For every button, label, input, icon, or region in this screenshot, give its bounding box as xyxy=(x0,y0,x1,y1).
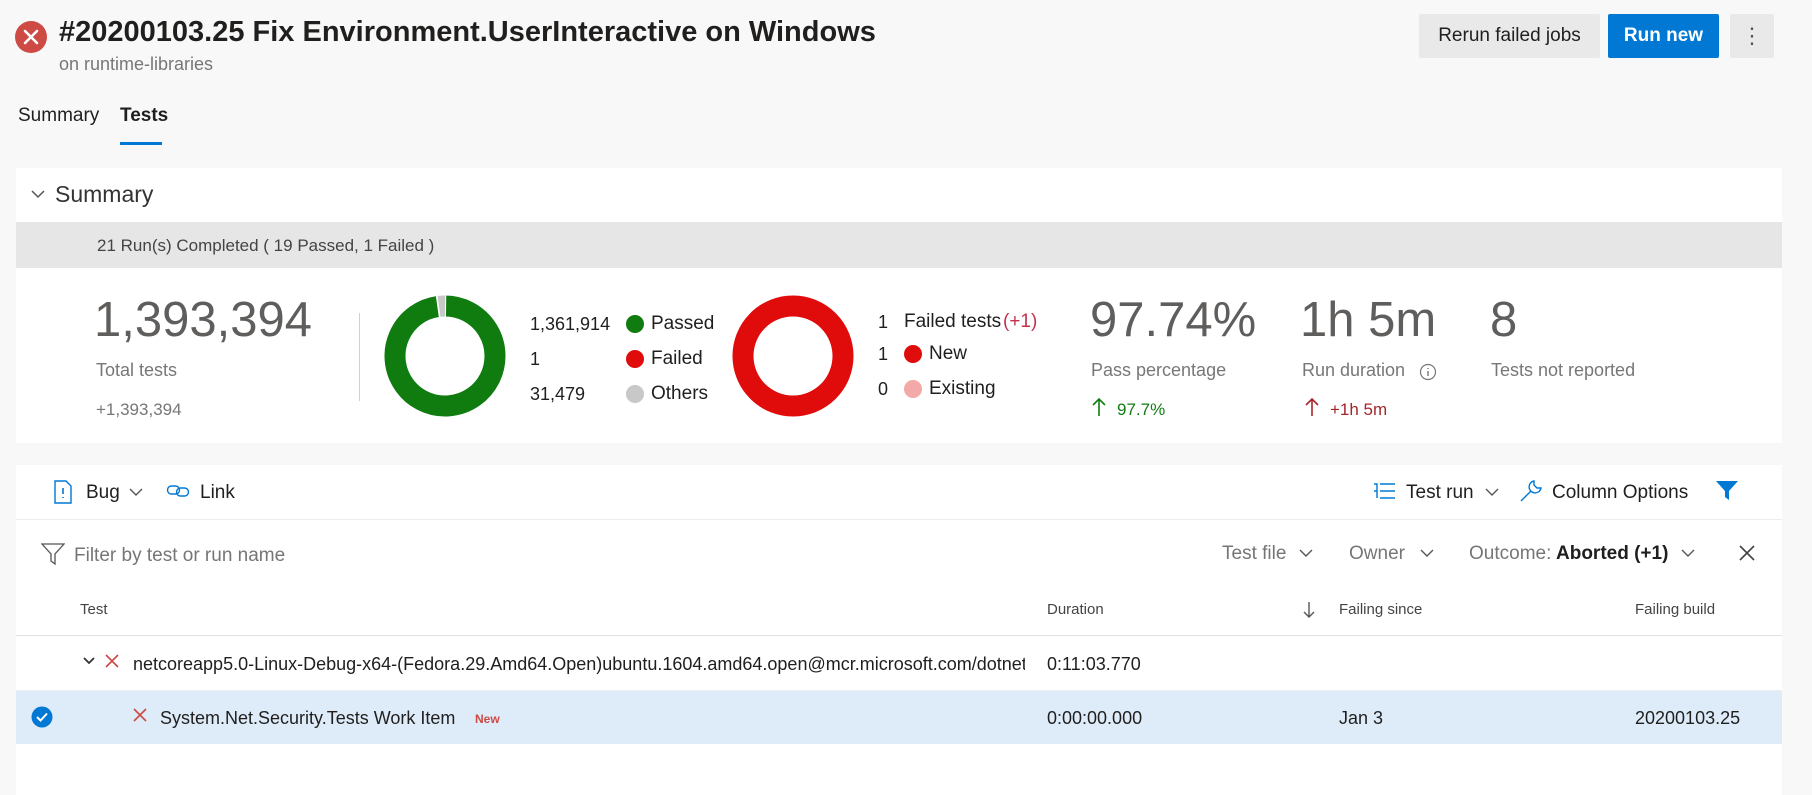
runs-completed-text: 21 Run(s) Completed ( 19 Passed, 1 Faile… xyxy=(97,236,435,255)
test-duration: 0:00:00.000 xyxy=(1047,708,1143,728)
arrow-up-icon xyxy=(1092,397,1106,416)
outcome-donut-chart xyxy=(383,294,507,418)
failed-tests-delta: (+1) xyxy=(1003,311,1038,332)
chevron-down-icon[interactable] xyxy=(82,656,96,666)
pipeline-name[interactable]: on runtime-libraries xyxy=(59,54,213,75)
others-count: 31,479 xyxy=(530,384,586,404)
tab-tests[interactable]: Tests xyxy=(120,105,168,127)
sort-descending-icon[interactable] xyxy=(1302,601,1316,619)
link-button[interactable]: Link xyxy=(200,482,235,504)
chevron-down-icon[interactable] xyxy=(128,487,144,497)
column-header-duration[interactable]: Duration xyxy=(1047,601,1104,618)
failed-legend-label: Failed xyxy=(651,348,703,369)
divider xyxy=(359,313,360,401)
summary-heading[interactable]: Summary xyxy=(55,181,153,208)
filter-icon[interactable] xyxy=(1715,480,1739,502)
tab-summary[interactable]: Summary xyxy=(18,105,99,127)
passed-legend-dot xyxy=(626,315,644,333)
existing-legend-label: Existing xyxy=(929,378,996,399)
page-title: #20200103.25 Fix Environment.UserInterac… xyxy=(59,16,876,48)
build-failed-icon xyxy=(15,21,47,53)
passed-legend-label: Passed xyxy=(651,313,715,334)
column-options-button[interactable]: Column Options xyxy=(1552,482,1688,504)
pass-percentage-delta: 97.7% xyxy=(1117,400,1166,419)
column-header-failing-build[interactable]: Failing build xyxy=(1635,601,1715,618)
pass-percentage-label: Pass percentage xyxy=(1091,360,1227,380)
failed-tests-count: 1 xyxy=(878,312,889,332)
group-by-test-run-button[interactable]: Test run xyxy=(1406,482,1474,504)
test-duration: 0:11:03.770 xyxy=(1047,654,1141,674)
failing-since-value: Jan 3 xyxy=(1339,708,1384,728)
others-legend-dot xyxy=(626,385,644,403)
failed-tests-donut-chart xyxy=(731,294,855,418)
rerun-failed-jobs-button[interactable]: Rerun failed jobs xyxy=(1419,14,1600,58)
failed-count: 1 xyxy=(530,349,541,369)
chevron-down-icon[interactable] xyxy=(1419,548,1435,558)
test-run-group-icon xyxy=(1374,483,1395,499)
failed-tests-label: Failed tests xyxy=(904,311,1002,332)
outcome-filter-label[interactable]: Outcome: xyxy=(1469,543,1551,565)
failed-x-icon xyxy=(133,708,147,722)
failed-legend-dot xyxy=(626,350,644,368)
bug-icon xyxy=(54,480,72,504)
new-legend-dot xyxy=(904,345,922,363)
total-tests-delta: +1,393,394 xyxy=(96,400,182,419)
chevron-down-icon[interactable] xyxy=(30,188,46,200)
new-legend-label: New xyxy=(929,343,968,364)
column-header-test[interactable]: Test xyxy=(80,601,108,618)
new-failure-badge: New xyxy=(475,712,500,726)
others-legend-label: Others xyxy=(651,383,709,404)
run-duration-delta: +1h 5m xyxy=(1330,400,1388,419)
chevron-down-icon[interactable] xyxy=(1484,487,1500,497)
checkmark-circle-icon[interactable] xyxy=(31,706,53,728)
run-duration-value: 1h 5m xyxy=(1300,293,1437,347)
new-count: 1 xyxy=(878,344,889,364)
divider xyxy=(16,519,1782,520)
chevron-down-icon[interactable] xyxy=(1298,548,1314,558)
divider xyxy=(16,635,1782,636)
failing-build-value[interactable]: 20200103.25 xyxy=(1635,708,1740,729)
wrench-icon xyxy=(1520,480,1542,502)
chevron-down-icon[interactable] xyxy=(1680,548,1696,558)
outcome-filter-value[interactable]: Aborted (+1) xyxy=(1556,543,1668,565)
bug-button[interactable]: Bug xyxy=(86,482,120,504)
active-tab-indicator xyxy=(120,142,162,145)
passed-count: 1,361,914 xyxy=(530,314,611,334)
pass-percentage-value: 97.74% xyxy=(1090,293,1257,347)
not-reported-label[interactable]: Tests not reported xyxy=(1491,360,1635,381)
failed-tests-slice-new xyxy=(731,294,855,418)
existing-count: 0 xyxy=(878,379,889,399)
test-file-filter[interactable]: Test file xyxy=(1222,543,1286,565)
test-name[interactable]: System.Net.Security.Tests Work Item xyxy=(160,708,455,729)
total-tests-value: 1,393,394 xyxy=(94,293,312,347)
column-header-failing-since[interactable]: Failing since xyxy=(1339,601,1422,618)
not-reported-value: 8 xyxy=(1490,293,1518,347)
close-icon[interactable] xyxy=(1738,544,1756,562)
link-icon xyxy=(166,485,190,497)
more-actions-button[interactable]: ⋮ xyxy=(1730,14,1774,58)
owner-filter[interactable]: Owner xyxy=(1349,543,1405,565)
info-icon[interactable] xyxy=(1419,363,1437,381)
arrow-up-icon xyxy=(1305,397,1319,416)
test-run-name[interactable]: netcoreapp5.0-Linux-Debug-x64-(Fedora.29… xyxy=(133,654,1025,675)
existing-legend-dot xyxy=(904,380,922,398)
failed-x-icon xyxy=(105,654,119,668)
filter-search-input[interactable] xyxy=(40,537,576,575)
run-duration-label: Run duration xyxy=(1302,360,1406,380)
tests-panel xyxy=(16,465,1782,795)
run-new-button[interactable]: Run new xyxy=(1608,14,1719,58)
total-tests-label: Total tests xyxy=(96,360,178,380)
